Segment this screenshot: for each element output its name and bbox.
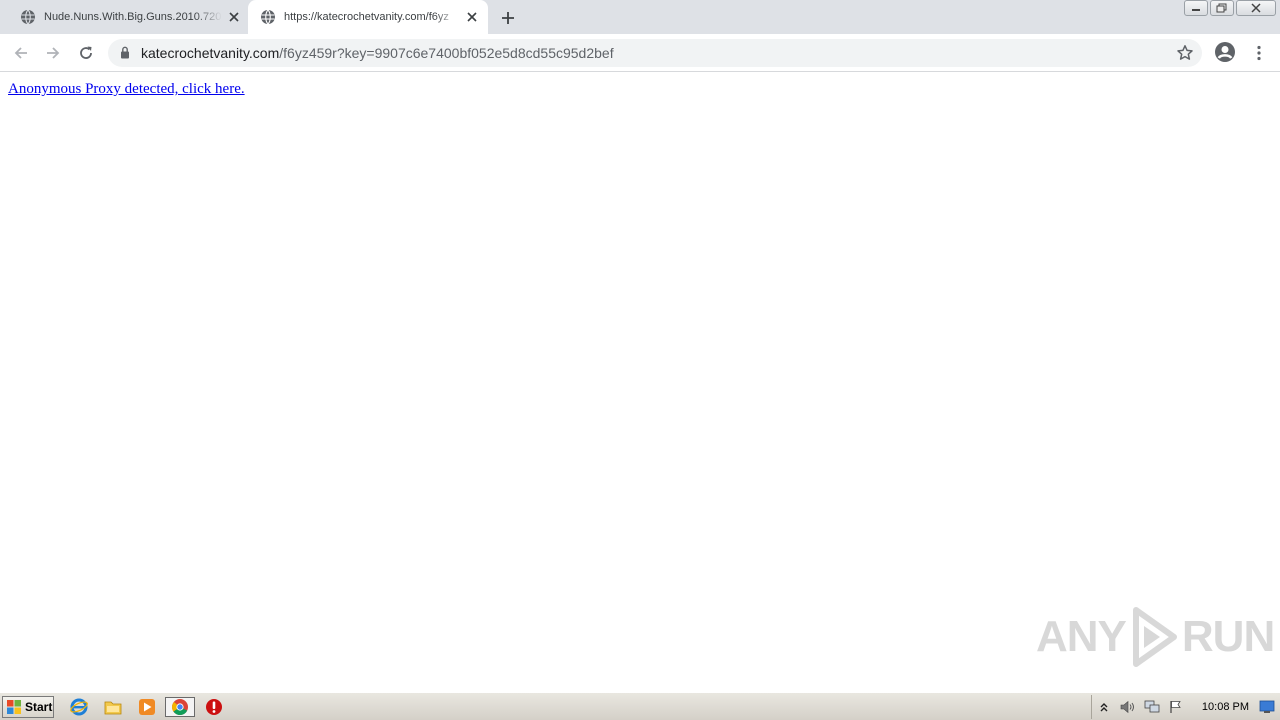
page-content: Anonymous Proxy detected, click here. bbox=[0, 72, 1280, 692]
new-tab-button[interactable] bbox=[498, 8, 518, 28]
start-label: Start bbox=[25, 700, 53, 714]
url-path: /f6yz459r?key=9907c6e7400bf052e5d8cd55c9… bbox=[279, 45, 614, 61]
more-vert-icon bbox=[1257, 45, 1261, 61]
restore-icon bbox=[1216, 3, 1227, 13]
tab-strip: Nude.Nuns.With.Big.Guns.2010.720 https:/… bbox=[0, 0, 1280, 34]
bookmark-star-icon[interactable] bbox=[1176, 44, 1194, 62]
anyrun-watermark: ANY RUN bbox=[1036, 606, 1275, 668]
network-icon bbox=[1144, 700, 1160, 713]
back-button[interactable] bbox=[10, 42, 32, 64]
watermark-text-right: RUN bbox=[1181, 612, 1275, 661]
window-controls bbox=[1182, 0, 1276, 18]
close-icon bbox=[1251, 3, 1261, 13]
close-window-button[interactable] bbox=[1236, 0, 1276, 16]
flag-icon bbox=[1170, 701, 1181, 713]
volume-tray-icon[interactable] bbox=[1119, 698, 1137, 716]
folder-icon bbox=[104, 701, 122, 715]
watermark-text-left: ANY bbox=[1036, 612, 1127, 661]
globe-icon bbox=[261, 9, 275, 25]
anonymous-proxy-link[interactable]: Anonymous Proxy detected, click here. bbox=[8, 81, 245, 98]
tab-title: https://katecrochetvanity.com/f6yz bbox=[284, 11, 449, 23]
media-player-taskbar-button[interactable] bbox=[136, 697, 158, 717]
tab-title: Nude.Nuns.With.Big.Guns.2010.720 bbox=[44, 11, 222, 23]
alert-taskbar-button[interactable] bbox=[203, 697, 225, 717]
internet-explorer-icon bbox=[70, 698, 88, 716]
account-circle-icon bbox=[1215, 42, 1235, 62]
globe-icon bbox=[21, 9, 35, 25]
arrow-right-icon bbox=[47, 47, 60, 59]
arrow-left-icon bbox=[14, 47, 27, 59]
start-button[interactable]: Start bbox=[2, 696, 54, 718]
close-tab-icon[interactable] bbox=[464, 9, 480, 25]
forward-button[interactable] bbox=[42, 42, 64, 64]
tab-inactive[interactable]: Nude.Nuns.With.Big.Guns.2010.720 bbox=[8, 0, 248, 34]
stop-alert-icon bbox=[206, 699, 222, 715]
ie-taskbar-button[interactable] bbox=[68, 697, 90, 717]
tab-active[interactable]: https://katecrochetvanity.com/f6yz bbox=[248, 0, 488, 34]
address-bar[interactable]: katecrochetvanity.com/f6yz459r?key=9907c… bbox=[108, 39, 1202, 67]
desktop-icon bbox=[1259, 700, 1275, 713]
reload-button[interactable] bbox=[75, 42, 97, 64]
profile-button[interactable] bbox=[1214, 41, 1236, 63]
plus-icon bbox=[502, 12, 514, 24]
url-text: katecrochetvanity.com/f6yz459r?key=9907c… bbox=[141, 45, 614, 61]
browser-toolbar: katecrochetvanity.com/f6yz459r?key=9907c… bbox=[0, 34, 1280, 72]
browser-menu-button[interactable] bbox=[1248, 42, 1270, 64]
reload-icon bbox=[80, 46, 92, 59]
lock-icon bbox=[121, 46, 129, 59]
chrome-icon bbox=[172, 699, 188, 716]
tray-expand-button[interactable] bbox=[1095, 698, 1113, 716]
chevron-up-icon bbox=[1100, 703, 1108, 712]
taskbar-clock[interactable]: 10:08 PM bbox=[1202, 701, 1249, 713]
network-tray-icon[interactable] bbox=[1143, 698, 1161, 716]
media-player-icon bbox=[139, 699, 155, 715]
play-logo-icon bbox=[1132, 607, 1177, 667]
windows-logo-icon bbox=[7, 700, 21, 714]
system-tray: 10:08 PM bbox=[1090, 695, 1280, 719]
action-center-tray-icon[interactable] bbox=[1167, 698, 1185, 716]
explorer-taskbar-button[interactable] bbox=[102, 697, 124, 717]
restore-button[interactable] bbox=[1210, 0, 1234, 16]
os-taskbar: Start 10:08 PM bbox=[0, 692, 1280, 720]
show-desktop-button[interactable] bbox=[1258, 698, 1276, 716]
close-tab-icon[interactable] bbox=[226, 9, 242, 25]
url-host: katecrochetvanity.com bbox=[141, 45, 280, 61]
minimize-icon bbox=[1192, 9, 1200, 11]
speaker-icon bbox=[1120, 700, 1134, 714]
minimize-button[interactable] bbox=[1184, 0, 1208, 16]
chrome-taskbar-button[interactable] bbox=[165, 697, 195, 717]
